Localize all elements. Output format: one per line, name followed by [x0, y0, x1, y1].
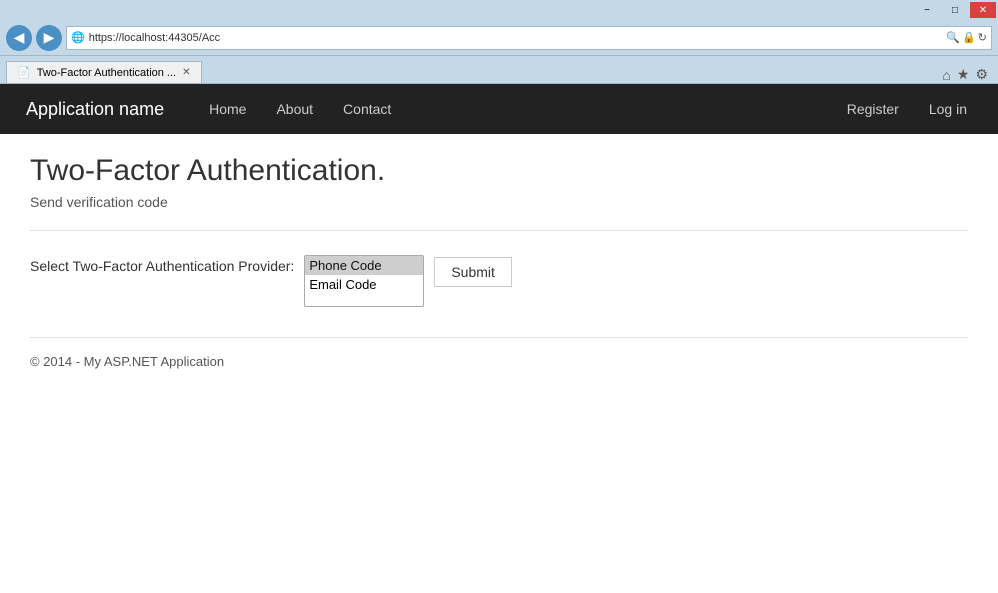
window-chrome: − □ ✕ — [0, 0, 998, 20]
page-icon: 🌐 — [71, 31, 85, 44]
browser-tab[interactable]: 📄 Two-Factor Authentication ... ✕ — [6, 61, 202, 83]
app-brand[interactable]: Application name — [16, 99, 174, 120]
window-controls: − □ ✕ — [914, 2, 996, 18]
settings-icon[interactable]: ⚙ — [975, 66, 988, 83]
nav-login[interactable]: Log in — [914, 87, 982, 131]
nav-links: Home About Contact — [194, 87, 406, 131]
divider-bottom — [30, 337, 968, 338]
forward-icon: ▶ — [44, 29, 55, 46]
tab-favicon: 📄 — [17, 66, 31, 79]
maximize-button[interactable]: □ — [942, 2, 968, 18]
browser-toolbar: ◀ ▶ 🌐 🔍 🔒 ↻ — [0, 20, 998, 56]
favorites-icon[interactable]: ★ — [957, 66, 970, 83]
search-icon: 🔍 — [946, 31, 960, 44]
lock-icon: 🔒 — [962, 31, 976, 44]
page-subtitle: Send verification code — [30, 194, 968, 210]
home-icon[interactable]: ⌂ — [942, 67, 950, 83]
provider-form-row: Select Two-Factor Authentication Provide… — [30, 255, 968, 307]
submit-button[interactable]: Submit — [434, 257, 512, 287]
option-phone[interactable]: Phone Code — [305, 256, 423, 275]
page-content: Two-Factor Authentication. Send verifica… — [0, 134, 998, 593]
forward-button[interactable]: ▶ — [36, 25, 62, 51]
option-email[interactable]: Email Code — [305, 275, 423, 294]
browser-toolbar-icons: ⌂ ★ ⚙ — [942, 66, 992, 83]
refresh-icon: ↻ — [978, 31, 987, 44]
page-title: Two-Factor Authentication. — [30, 154, 968, 188]
address-bar[interactable] — [89, 32, 943, 44]
address-bar-container: 🌐 🔍 🔒 ↻ — [66, 26, 992, 50]
tab-title: Two-Factor Authentication ... — [37, 67, 176, 79]
nav-about[interactable]: About — [261, 87, 328, 131]
footer-text: © 2014 - My ASP.NET Application — [30, 354, 968, 369]
back-button[interactable]: ◀ — [6, 25, 32, 51]
app-navbar: Application name Home About Contact Regi… — [0, 84, 998, 134]
divider-top — [30, 230, 968, 231]
nav-right: Register Log in — [832, 87, 982, 131]
nav-contact[interactable]: Contact — [328, 87, 406, 131]
minimize-button[interactable]: − — [914, 2, 940, 18]
back-icon: ◀ — [14, 29, 25, 46]
nav-register[interactable]: Register — [832, 87, 914, 131]
nav-home[interactable]: Home — [194, 87, 261, 131]
close-button[interactable]: ✕ — [970, 2, 996, 18]
provider-select[interactable]: Phone Code Email Code — [304, 255, 424, 307]
tab-bar: 📄 Two-Factor Authentication ... ✕ ⌂ ★ ⚙ — [0, 56, 998, 84]
provider-label: Select Two-Factor Authentication Provide… — [30, 255, 294, 277]
address-bar-actions: 🔍 🔒 ↻ — [946, 31, 987, 44]
tab-close-button[interactable]: ✕ — [182, 67, 190, 78]
